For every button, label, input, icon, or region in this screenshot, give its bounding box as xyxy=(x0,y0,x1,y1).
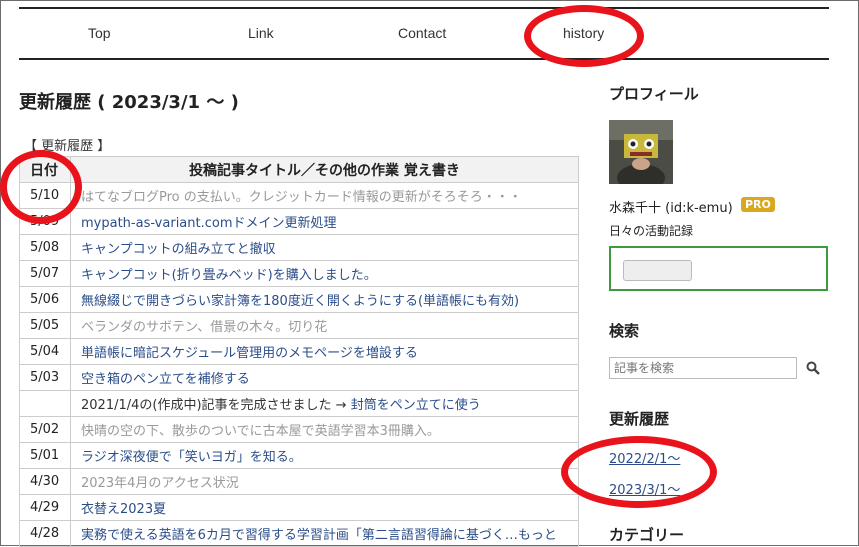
subscribe-button[interactable] xyxy=(623,260,692,281)
history-table: 日付 投稿記事タイトル／その他の作業 覚え書き 5/10 はてなブログPro の支… xyxy=(19,156,579,547)
row-title: ベランダのサボテン、借景の木々。切り花 xyxy=(70,312,579,339)
row-title: 2023年4月のアクセス状況 xyxy=(70,468,579,495)
row-date: 5/03 xyxy=(19,364,71,391)
table-row: 5/07 キャンプコット(折り畳みベッド)を購入しました。 xyxy=(19,260,579,287)
row-title[interactable]: キャンプコット(折り畳みベッド)を購入しました。 xyxy=(70,260,579,287)
table-row: 5/06 無線綴じで開きづらい家計簿を180度近く開くようにする(単語帳にも有効) xyxy=(19,286,579,313)
row-note-text: 2021/1/4の(作成中)記事を完成させました → xyxy=(81,398,351,413)
table-row: 4/28 実務で使える英語を6カ月で習得する学習計画「第二言語習得論に基づく…もっ… xyxy=(19,520,579,547)
row-date: 5/04 xyxy=(19,338,71,365)
history-heading: 更新履歴 xyxy=(609,410,670,428)
table-row: 2021/1/4の(作成中)記事を完成させました → 封筒をペン立てに使う xyxy=(19,390,579,417)
row-date: 5/06 xyxy=(19,286,71,313)
row-date: 4/30 xyxy=(19,468,71,495)
row-date: 5/09 xyxy=(19,208,71,235)
table-row: 5/05 ベランダのサボテン、借景の木々。切り花 xyxy=(19,312,579,339)
row-note-link[interactable]: 封筒をペン立てに使う xyxy=(351,398,481,413)
row-date: 5/07 xyxy=(19,260,71,287)
profile-name[interactable]: 水森千十 (id:k-emu) xyxy=(609,197,733,216)
search-input[interactable] xyxy=(609,357,797,379)
table-row: 4/30 2023年4月のアクセス状況 xyxy=(19,468,579,495)
nav-link[interactable]: Link xyxy=(248,25,274,41)
row-title[interactable]: 空き箱のペン立てを補修する xyxy=(70,364,579,391)
row-date: 4/28 xyxy=(19,520,71,547)
subscribe-box xyxy=(609,246,828,291)
row-title: 2021/1/4の(作成中)記事を完成させました → 封筒をペン立てに使う xyxy=(70,390,579,417)
table-row: 5/04 単語帳に暗記スケジュール管理用のメモページを増設する xyxy=(19,338,579,365)
row-title[interactable]: キャンプコットの組み立てと撤収 xyxy=(70,234,579,261)
nav-history[interactable]: history xyxy=(563,25,604,41)
nav-contact[interactable]: Contact xyxy=(398,25,446,41)
table-row: 5/03 空き箱のペン立てを補修する xyxy=(19,364,579,391)
row-date: 4/29 xyxy=(19,494,71,521)
row-title[interactable]: 単語帳に暗記スケジュール管理用のメモページを増設する xyxy=(70,338,579,365)
row-date: 5/01 xyxy=(19,442,71,469)
history-link-2022[interactable]: 2022/2/1～ xyxy=(609,448,680,467)
table-row: 5/08 キャンプコットの組み立てと撤収 xyxy=(19,234,579,261)
avatar[interactable] xyxy=(609,120,673,184)
table-row: 5/01 ラジオ深夜便で「笑いヨガ」を知る。 xyxy=(19,442,579,469)
row-date: 5/05 xyxy=(19,312,71,339)
row-title: 快晴の空の下、散歩のついでに古本屋で英語学習本3冊購入。 xyxy=(70,416,579,443)
search-icon[interactable] xyxy=(805,360,821,376)
row-title[interactable]: ラジオ深夜便で「笑いヨガ」を知る。 xyxy=(70,442,579,469)
history-link-2023[interactable]: 2023/3/1～ xyxy=(609,479,680,498)
nav-top[interactable]: Top xyxy=(88,25,111,41)
row-date: 5/08 xyxy=(19,234,71,261)
row-title: はてなブログPro の支払い。クレジットカード情報の更新がそろそろ・・・ xyxy=(70,182,579,209)
section-label: 【 更新履歴 】 xyxy=(24,139,111,154)
row-title[interactable]: mypath-as-variant.comドメイン更新処理 xyxy=(70,208,579,235)
table-row: 5/02 快晴の空の下、散歩のついでに古本屋で英語学習本3冊購入。 xyxy=(19,416,579,443)
nav-border-top xyxy=(19,7,829,9)
header-title: 投稿記事タイトル／その他の作業 覚え書き xyxy=(70,156,579,183)
pro-badge: PRO xyxy=(741,197,775,212)
row-title[interactable]: 実務で使える英語を6カ月で習得する学習計画「第二言語習得論に基づく…もっと xyxy=(70,520,579,547)
table-row: 5/09 mypath-as-variant.comドメイン更新処理 xyxy=(19,208,579,235)
search-heading: 検索 xyxy=(609,322,640,340)
nav-border-bottom xyxy=(19,58,829,60)
row-date xyxy=(19,390,71,417)
table-header-row: 日付 投稿記事タイトル／その他の作業 覚え書き xyxy=(19,156,579,183)
row-title[interactable]: 衣替え2023夏 xyxy=(70,494,579,521)
header-date: 日付 xyxy=(19,156,71,183)
table-row: 4/29 衣替え2023夏 xyxy=(19,494,579,521)
row-date: 5/02 xyxy=(19,416,71,443)
table-row: 5/10 はてなブログPro の支払い。クレジットカード情報の更新がそろそろ・・・ xyxy=(19,182,579,209)
row-title[interactable]: 無線綴じで開きづらい家計簿を180度近く開くようにする(単語帳にも有効) xyxy=(70,286,579,313)
profile-description: 日々の活動記録 xyxy=(609,224,694,238)
row-date: 5/10 xyxy=(19,182,71,209)
profile-heading: プロフィール xyxy=(609,85,699,103)
category-heading: カテゴリー xyxy=(609,526,685,544)
page-title: 更新履歴 ( 2023/3/1 ～ ) xyxy=(19,92,239,113)
